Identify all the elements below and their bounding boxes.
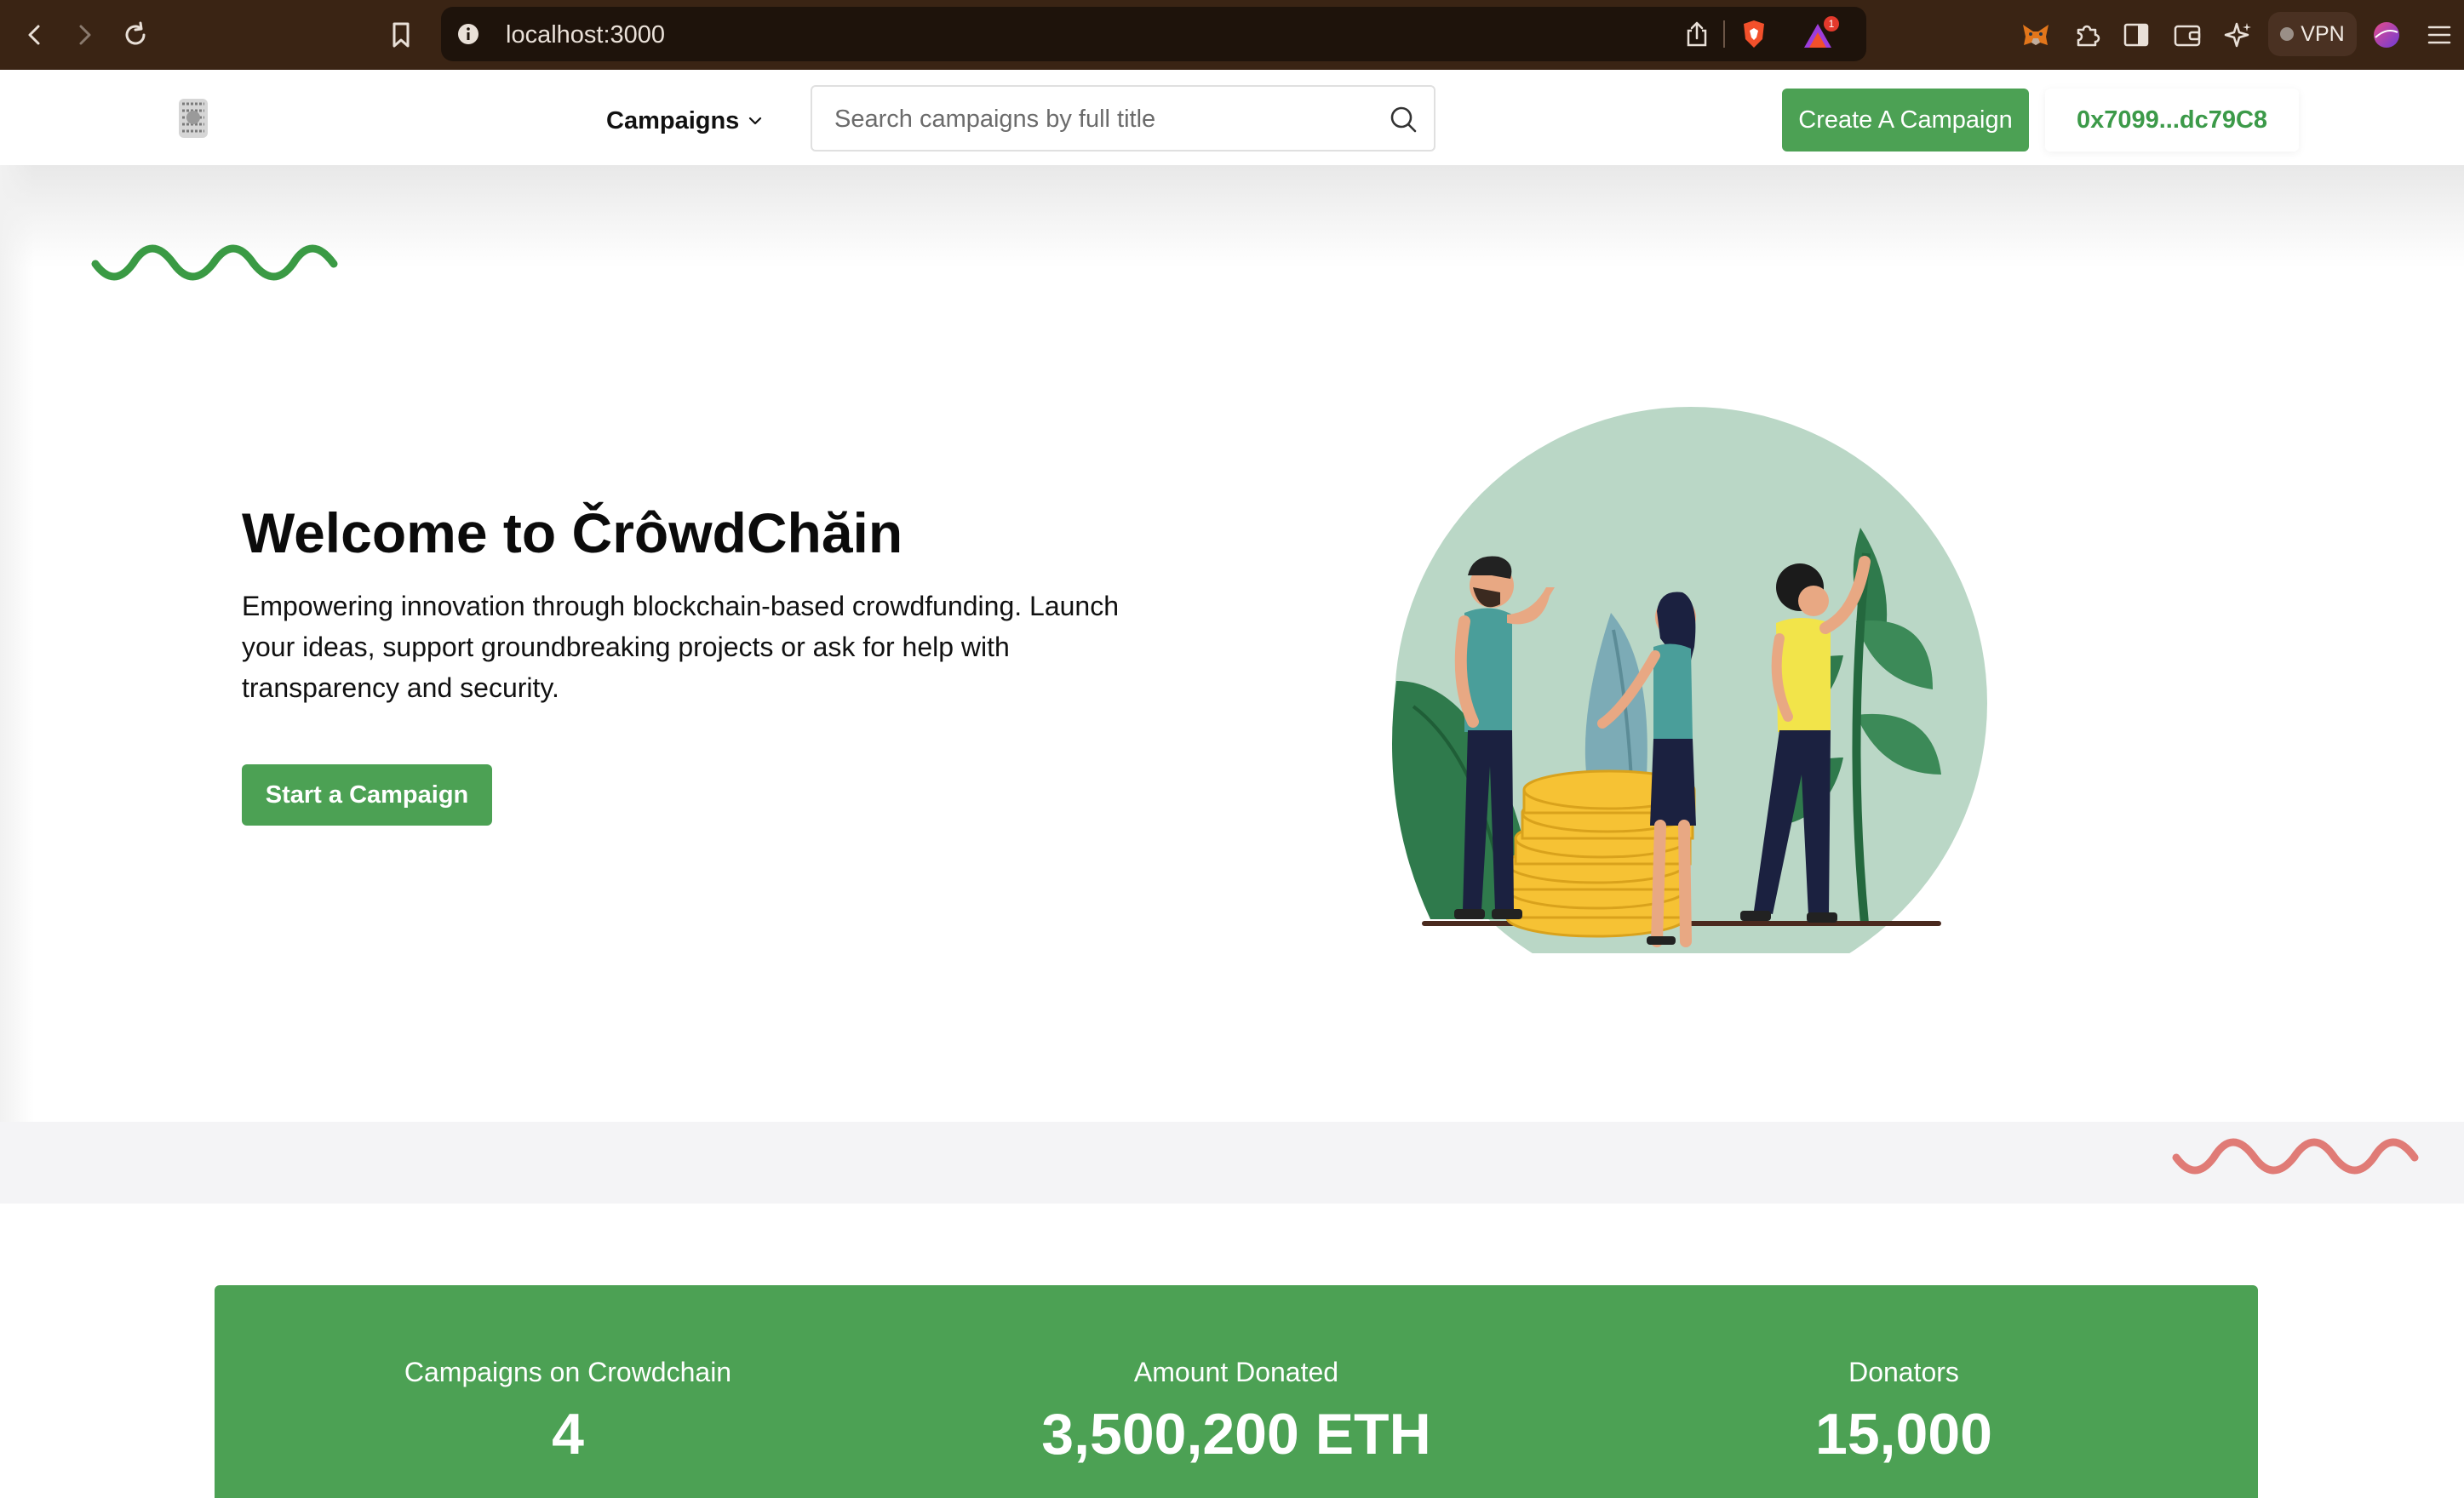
hero-description: Empowering innovation through blockchain… — [242, 591, 1119, 703]
stat-value: 15,000 — [1815, 1402, 1992, 1467]
vpn-status-icon — [2280, 27, 2295, 41]
page-edge-shadow — [0, 165, 34, 1186]
metamask-icon[interactable] — [2020, 19, 2052, 51]
create-campaign-button[interactable]: Create A Campaign — [1782, 89, 2029, 152]
search-input[interactable] — [833, 97, 1364, 141]
stat-label: Amount Donated — [1133, 1357, 1339, 1387]
share-icon[interactable] — [1682, 19, 1711, 49]
hero-illustration — [1392, 407, 1987, 953]
search-box — [811, 85, 1435, 152]
vpn-button[interactable]: VPN — [2268, 12, 2357, 56]
sidebar-icon[interactable] — [2120, 19, 2152, 51]
stat-label: Campaigns on Crowdchain — [404, 1357, 732, 1387]
red-squiggle-decoration — [2172, 1138, 2419, 1175]
brave-rewards-icon[interactable]: 1 — [1800, 15, 1841, 53]
urlbar-divider — [1723, 20, 1725, 48]
hero-title: Welcome to ČrôwdChăin — [242, 501, 903, 564]
info-icon[interactable] — [455, 20, 482, 48]
stats-banner: Campaigns on Crowdchain 4 Amount Donated… — [215, 1285, 2258, 1498]
leo-ai-icon[interactable] — [2222, 19, 2255, 51]
stat-label: Donators — [1848, 1357, 1959, 1387]
back-icon[interactable] — [17, 17, 53, 53]
campaigns-dropdown[interactable]: Campaigns — [606, 102, 763, 140]
header-shadow — [0, 165, 2464, 267]
wallet-icon[interactable] — [2171, 19, 2203, 51]
chevron-down-icon — [749, 117, 762, 125]
start-campaign-button[interactable]: Start a Campaign — [242, 764, 492, 826]
stat-value: 4 — [552, 1402, 584, 1467]
search-icon[interactable] — [1388, 104, 1418, 134]
notification-badge: 1 — [1829, 18, 1835, 30]
address-bar[interactable]: localhost:3000 1 — [441, 7, 1866, 61]
logo-icon[interactable] — [174, 94, 213, 143]
forward-icon[interactable] — [66, 17, 102, 53]
profile-icon[interactable] — [2370, 19, 2403, 51]
section-divider-band — [0, 1122, 2464, 1204]
extensions-icon[interactable] — [2071, 19, 2103, 51]
reload-icon[interactable] — [117, 17, 153, 53]
campaigns-menu-label: Campaigns — [606, 106, 740, 134]
url-text: localhost:3000 — [506, 21, 666, 49]
menu-icon[interactable] — [2423, 19, 2455, 51]
stat-value: 3,500,200 ETH — [1041, 1402, 1431, 1467]
browser-toolbar: localhost:3000 1 VPN — [0, 0, 2464, 70]
vpn-label: VPN — [2301, 21, 2345, 46]
brave-shield-icon[interactable] — [1739, 17, 1769, 51]
green-squiggle-decoration — [91, 244, 338, 281]
bookmark-icon[interactable] — [383, 17, 419, 53]
wallet-address-button[interactable]: 0x7099...dc79C8 — [2045, 89, 2299, 152]
